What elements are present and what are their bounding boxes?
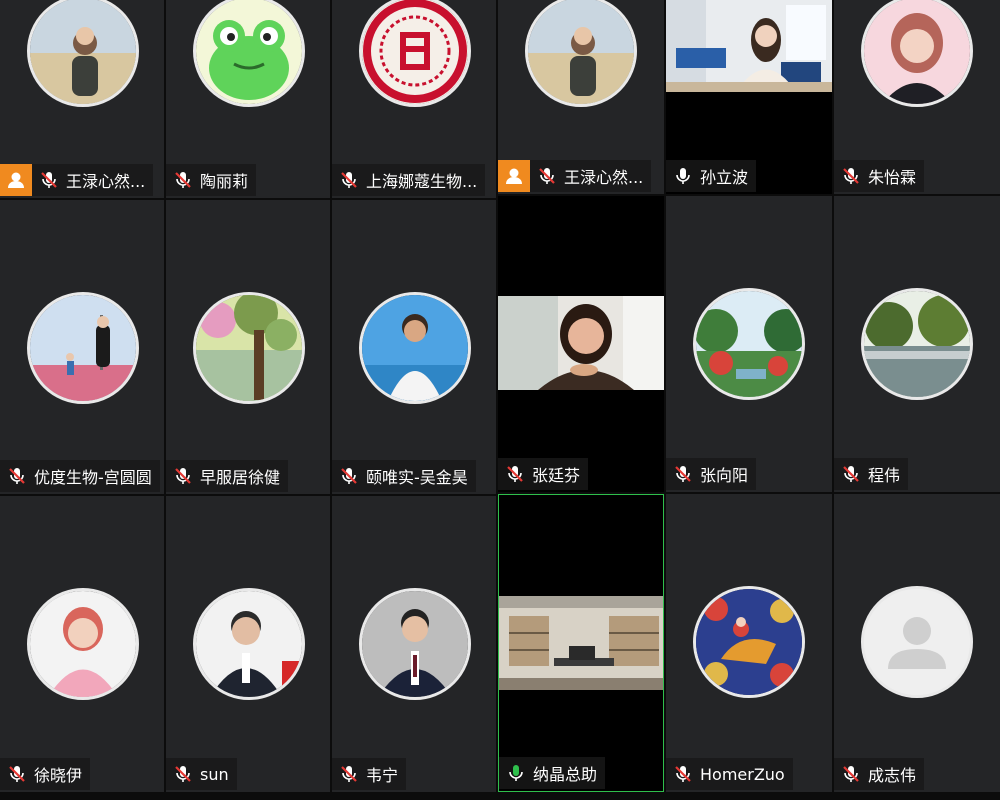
name-bar: 成志伟 [834,758,925,790]
mic-muted-icon[interactable] [172,169,194,191]
avatar [27,588,139,700]
video-feed [499,596,663,690]
mic-muted-icon[interactable] [840,463,862,485]
mic-muted-icon[interactable] [38,169,60,191]
participant-name: 程伟 [868,466,901,485]
avatar [693,288,805,400]
mic-muted-icon[interactable] [840,763,862,785]
participant-name: 王渌心然... [564,168,644,187]
participant-tile[interactable]: 颐唯实-吴金昊 [332,200,496,494]
name-bar: HomerZuo [666,758,793,790]
bottom-toolbar-edge [0,792,1000,800]
avatar [861,586,973,698]
participant-tile[interactable]: 徐晓伊 [0,496,164,792]
avatar [193,292,305,404]
participant-name: 上海娜蔻生物... [366,172,478,191]
participant-tile[interactable]: 早服居徐健 [166,200,330,494]
avatar [359,0,471,107]
host-icon [498,160,530,192]
avatar [359,292,471,404]
participant-tile[interactable]: 张向阳 [666,196,832,492]
name-bar: 孙立波 [666,160,757,192]
participant-name: 徐晓伊 [34,766,83,785]
name-bar: 徐晓伊 [0,758,91,790]
video-grid: 王渌心然... 陶丽莉 上海娜蔻生物... 王渌心然... 孙立波 朱怡霖 优度… [0,0,1000,800]
participant-name: HomerZuo [700,764,785,784]
participant-tile[interactable]: 朱怡霖 [834,0,1000,194]
participant-tile[interactable]: 上海娜蔻生物... [332,0,496,198]
avatar [27,292,139,404]
participant-tile[interactable]: 张廷芬 [498,196,664,492]
participant-tile[interactable]: 优度生物-宫圆圆 [0,200,164,494]
participant-name: 纳晶总助 [533,765,598,784]
participant-name: 韦宁 [366,766,399,785]
participant-tile[interactable]: 韦宁 [332,496,496,792]
participant-name: 张向阳 [700,466,749,485]
participant-tile[interactable]: 成志伟 [834,494,1000,792]
mic-muted-icon[interactable] [172,763,194,785]
participant-tile[interactable]: 陶丽莉 [166,0,330,198]
mic-speaking-icon[interactable] [505,762,527,784]
mic-muted-icon[interactable] [840,165,862,187]
name-bar: 优度生物-宫圆圆 [0,460,160,492]
name-bar: 张向阳 [666,458,757,490]
mic-muted-icon[interactable] [338,763,360,785]
video-feed [498,296,664,390]
avatar [359,588,471,700]
mic-on-icon[interactable] [672,165,694,187]
host-icon [0,164,32,196]
name-bar: 颐唯实-吴金昊 [332,460,476,492]
video-feed [666,0,832,92]
mic-muted-icon[interactable] [338,465,360,487]
name-bar: 王渌心然... [0,164,154,196]
name-bar: sun [166,758,237,790]
mic-muted-icon[interactable] [672,763,694,785]
participant-tile[interactable]: 孙立波 [666,0,832,194]
avatar [193,0,305,107]
name-bar: 程伟 [834,458,909,490]
participant-name: 张廷芬 [532,466,581,485]
name-bar: 朱怡霖 [834,160,925,192]
avatar [861,0,973,107]
name-bar: 上海娜蔻生物... [332,164,486,196]
participant-name: sun [200,764,229,784]
avatar [525,0,637,107]
avatar [861,288,973,400]
participant-name: 早服居徐健 [200,468,281,487]
participant-name: 优度生物-宫圆圆 [34,468,152,487]
avatar [193,588,305,700]
name-bar: 王渌心然... [498,160,652,192]
participant-name: 成志伟 [868,766,917,785]
mic-muted-icon[interactable] [504,463,526,485]
mic-muted-icon[interactable] [338,169,360,191]
participant-tile[interactable]: 程伟 [834,196,1000,492]
mic-muted-icon[interactable] [6,465,28,487]
mic-muted-icon[interactable] [6,763,28,785]
avatar [27,0,139,107]
participant-name: 朱怡霖 [868,168,917,187]
participant-tile[interactable]: 王渌心然... [498,0,664,194]
name-bar: 韦宁 [332,758,407,790]
mic-muted-icon[interactable] [672,463,694,485]
name-bar: 张廷芬 [498,458,589,490]
name-bar: 陶丽莉 [166,164,257,196]
participant-tile[interactable]: sun [166,496,330,792]
participant-name: 孙立波 [700,168,749,187]
participant-tile-active-speaker[interactable]: 纳晶总助 [498,494,664,792]
participant-tile[interactable]: HomerZuo [666,494,832,792]
participant-name: 陶丽莉 [200,172,249,191]
name-bar: 纳晶总助 [499,757,606,789]
participant-name: 颐唯实-吴金昊 [366,468,468,487]
avatar [693,586,805,698]
mic-muted-icon[interactable] [536,165,558,187]
participant-tile[interactable]: 王渌心然... [0,0,164,198]
mic-muted-icon[interactable] [172,465,194,487]
participant-name: 王渌心然... [66,172,146,191]
name-bar: 早服居徐健 [166,460,289,492]
